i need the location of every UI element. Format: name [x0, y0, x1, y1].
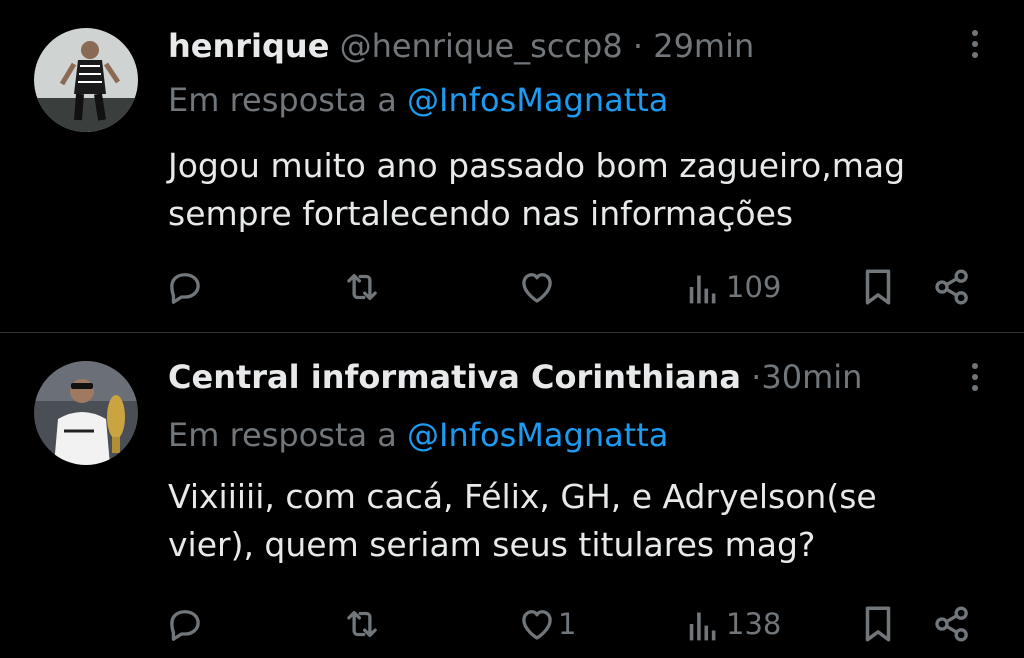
display-name[interactable]: henrique: [168, 27, 329, 65]
tweet-text-line: Jogou muito ano passado bom zagueiro,mag: [168, 146, 906, 185]
tweet-text-line: vier), quem seriam seus titulares mag?: [168, 525, 816, 564]
like-count: 1: [558, 607, 577, 641]
reply-button[interactable]: [164, 262, 206, 312]
like-button[interactable]: 1: [516, 599, 576, 649]
view-count: 138: [726, 607, 782, 641]
views-button[interactable]: 138: [686, 599, 781, 649]
retweet-button[interactable]: [340, 262, 384, 312]
reply-icon: [170, 610, 200, 641]
handle[interactable]: @henrique_sccp8: [340, 27, 623, 65]
share-button[interactable]: [932, 262, 972, 312]
more-icon[interactable]: [972, 30, 980, 63]
tweet-text: Vixiiiii, com cacá, Félix, GH, e Adryels…: [168, 473, 998, 569]
views-icon: [689, 275, 716, 304]
reply-prefix: Em resposta a: [168, 81, 397, 119]
bookmark-button[interactable]: [860, 262, 896, 312]
tweet-header: henrique @henrique_sccp8 · 29min: [168, 26, 754, 66]
retweet-icon: [347, 610, 377, 638]
bookmark-button[interactable]: [860, 599, 896, 649]
separator: ·: [632, 27, 644, 65]
like-icon: [522, 610, 552, 640]
bookmark-icon: [865, 606, 891, 642]
reply-context: Em resposta a @InfosMagnatta: [168, 80, 668, 120]
views-icon: [689, 612, 716, 641]
share-button[interactable]: [932, 599, 972, 649]
reply-prefix: Em resposta a: [168, 416, 397, 454]
action-bar: 1 138: [0, 599, 1024, 649]
tweet-header: Central informativa Corinthiana ·30min: [168, 357, 862, 397]
tweet-text-line: sempre fortalecendo nas informações: [168, 194, 794, 233]
view-count: 109: [726, 270, 782, 304]
reply-context: Em resposta a @InfosMagnatta: [168, 415, 668, 455]
timestamp[interactable]: 30min: [761, 358, 862, 396]
more-icon[interactable]: [972, 363, 980, 396]
reply-mention-link[interactable]: @InfosMagnatta: [407, 81, 668, 119]
share-icon: [935, 606, 968, 642]
retweet-button[interactable]: [340, 599, 384, 649]
avatar[interactable]: [34, 361, 138, 465]
timestamp[interactable]: 29min: [653, 27, 754, 65]
retweet-icon: [347, 273, 377, 301]
avatar[interactable]: [34, 28, 138, 132]
reply-button[interactable]: [164, 599, 206, 649]
tweet-text-line: Vixiiiii, com cacá, Félix, GH, e Adryels…: [168, 477, 877, 516]
like-button[interactable]: [516, 262, 564, 312]
reply-mention-link[interactable]: @InfosMagnatta: [407, 416, 668, 454]
reply-icon: [170, 273, 200, 304]
views-button[interactable]: 109: [686, 262, 781, 312]
bookmark-icon: [865, 269, 891, 305]
display-name[interactable]: Central informativa Corinthiana: [168, 358, 741, 396]
tweet[interactable]: Central informativa Corinthiana ·30min E…: [0, 333, 1024, 658]
tweet[interactable]: henrique @henrique_sccp8 · 29min Em resp…: [0, 0, 1024, 332]
action-bar: 109: [0, 262, 1024, 312]
separator: ·: [751, 358, 762, 396]
like-icon: [522, 273, 552, 303]
share-icon: [935, 269, 968, 305]
tweet-text: Jogou muito ano passado bom zagueiro,mag…: [168, 142, 998, 238]
